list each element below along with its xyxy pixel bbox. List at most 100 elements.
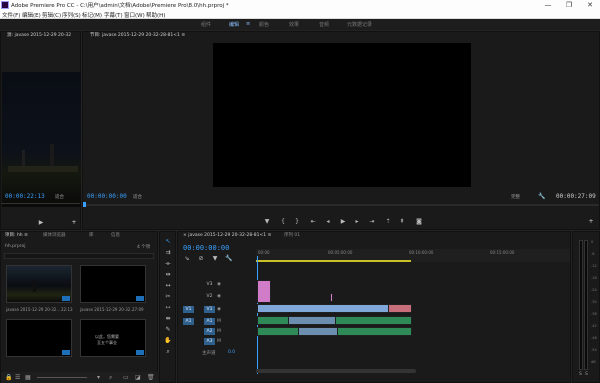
source-timecode[interactable]: 00:00:22:13 [5,193,45,200]
source-monitor-tab[interactable]: 源: javase 2015-12-29 20-32 [7,32,71,40]
program-playhead[interactable] [83,202,86,207]
timeline-timecode[interactable]: 00:00:00:00 [183,244,229,252]
mute-icon[interactable]: M [217,329,221,334]
workspace-effects[interactable]: 效果 [289,21,299,28]
timeline-ruler[interactable]: 00:00 00:05:00:00 00:10:00:00 00:15:00:0… [256,249,570,262]
ripple-edit-tool-icon[interactable]: ⟛ [164,260,172,268]
export-frame-button[interactable]: ◙ [415,218,423,226]
program-scrub-bar[interactable] [83,202,599,207]
snap-icon[interactable]: ⇘ [183,255,191,263]
add-marker-button[interactable]: ▼ [263,218,271,226]
project-tab[interactable]: 项目: hh ≡ [5,232,28,240]
source-play-button[interactable]: ▶ [37,219,45,227]
track-v1-source-target[interactable]: V1 [183,306,194,313]
new-item-icon[interactable]: ◪ [135,374,141,381]
track-select-tool-icon[interactable]: ⇉ [164,249,172,257]
timeline-zoom-scrollbar[interactable] [256,369,416,373]
menu-help[interactable]: 帮助(H) [146,11,165,19]
source-fit-dropdown[interactable]: 适合 [55,194,64,200]
menu-file[interactable]: 文件(F) [2,11,20,19]
thumbnail-clip-4[interactable]: 以此，您需要 至五个事业 [80,319,146,357]
workspace-assembly[interactable]: 组件 [201,21,211,28]
play-button[interactable]: ▶ [339,218,347,226]
program-quality-dropdown[interactable]: 完整 [511,194,520,200]
media-browser-tab[interactable]: 媒体浏览器 [43,232,66,240]
toggle-output-icon[interactable]: ◉ [217,282,221,287]
toggle-output-icon[interactable]: ◉ [217,307,221,312]
mark-in-button[interactable]: { [279,218,287,226]
master-volume-value[interactable]: 0.0 [228,350,235,355]
go-to-out-button[interactable]: ⇥ [368,218,376,226]
workspace-color[interactable]: 颜色 [259,21,269,28]
delete-icon[interactable]: 🗑 [147,374,155,381]
workspace-editing[interactable]: 编辑 [229,21,239,28]
program-timecode[interactable]: 00:00:00:00 [87,193,127,200]
mute-icon[interactable]: M [217,319,221,324]
timeline-settings-icon[interactable]: 🔧 [225,255,233,263]
pen-tool-icon[interactable]: ✎ [164,326,172,334]
close-button[interactable]: ✕ [580,0,600,10]
slide-tool-icon[interactable]: ⇼ [164,315,172,323]
menu-edit[interactable]: 编辑(E) [22,11,41,19]
find-icon[interactable]: ⌕ [109,374,112,382]
audio-clip[interactable] [288,316,336,325]
selection-tool-icon[interactable]: ↖ [164,238,172,246]
menu-window[interactable]: 窗口(W) [124,11,145,19]
track-v2-label[interactable]: V2 [204,293,215,300]
title-clip[interactable] [257,280,271,303]
mark-out-button[interactable]: } [293,218,301,226]
go-to-in-button[interactable]: ⇤ [309,218,317,226]
mute-icon[interactable]: M [217,339,221,344]
program-add-button[interactable]: + [587,218,595,226]
lift-button[interactable]: ⇡ [384,218,392,226]
thumbnail-clip-2[interactable] [80,265,146,303]
sort-icon[interactable]: ▾ [97,374,100,381]
lock-icon[interactable]: 🔒 [5,374,12,381]
toggle-output-icon[interactable]: ◉ [217,294,221,299]
source-add-button[interactable]: + [70,219,78,227]
workspace-audio[interactable]: 音频 [319,21,329,28]
icon-view-icon[interactable]: ▦ [25,374,31,381]
new-bin-icon[interactable]: ▭ [123,374,129,381]
libraries-tab[interactable]: 库 [89,232,94,240]
track-a1-label[interactable]: A1 [204,318,215,325]
solo-left-button[interactable]: S [579,372,582,377]
list-view-icon[interactable]: ☰ [15,374,20,381]
program-settings-icon[interactable]: 🔧 [538,193,545,200]
thumbnail-clip-1[interactable] [6,265,72,303]
track-v1-label[interactable]: V1 [204,306,215,313]
program-monitor-tab[interactable]: 节目: javase 2015-12-29 20-32-28-81<1 ≡ [90,32,185,40]
project-search-input[interactable] [4,253,154,259]
timeline-sequence-tab[interactable]: × javase 2015-12-29 20-32-28-81<1 ≡ [183,232,271,240]
hand-tool-icon[interactable]: ✋ [164,337,172,345]
info-tab[interactable]: 信息 [111,232,120,240]
add-marker-icon[interactable]: ▼ [211,255,219,263]
sequence01-tab[interactable]: 序列 01 [284,232,300,240]
track-v3-label[interactable]: V3 [204,281,215,288]
maximize-button[interactable]: ❐ [559,0,579,10]
rolling-edit-tool-icon[interactable]: ⇹ [164,271,172,279]
track-a2-label[interactable]: A2 [204,328,215,335]
menu-sequence[interactable]: 序列(S) [62,11,81,19]
step-back-button[interactable]: ◂ [324,218,332,226]
menu-marker[interactable]: 标记(M) [82,11,102,19]
razor-tool-icon[interactable]: ✂ [164,293,172,301]
extract-button[interactable]: ⇞ [398,218,406,226]
menu-title[interactable]: 字幕(T) [104,11,123,19]
timeline-playhead[interactable] [257,256,258,374]
workspace-menu-icon[interactable]: ≡ [246,21,250,27]
workspace-metadata[interactable]: 元数据记录 [347,21,372,28]
step-forward-button[interactable]: ▸ [353,218,361,226]
linked-selection-icon[interactable]: ⊘ [197,255,205,263]
title-clip[interactable] [330,293,333,302]
source-scrub-bar[interactable] [1,203,80,204]
video-clip[interactable] [388,304,412,313]
rate-stretch-tool-icon[interactable]: ↔ [164,282,172,290]
slip-tool-icon[interactable]: ⇿ [164,304,172,312]
zoom-slider[interactable] [37,377,87,378]
minimize-button[interactable]: — [538,0,558,10]
track-a3-label[interactable]: A3 [204,338,215,345]
audio-clip[interactable] [298,327,338,336]
menu-clip[interactable]: 剪辑(C) [42,11,61,19]
solo-right-button[interactable]: S [585,372,588,377]
